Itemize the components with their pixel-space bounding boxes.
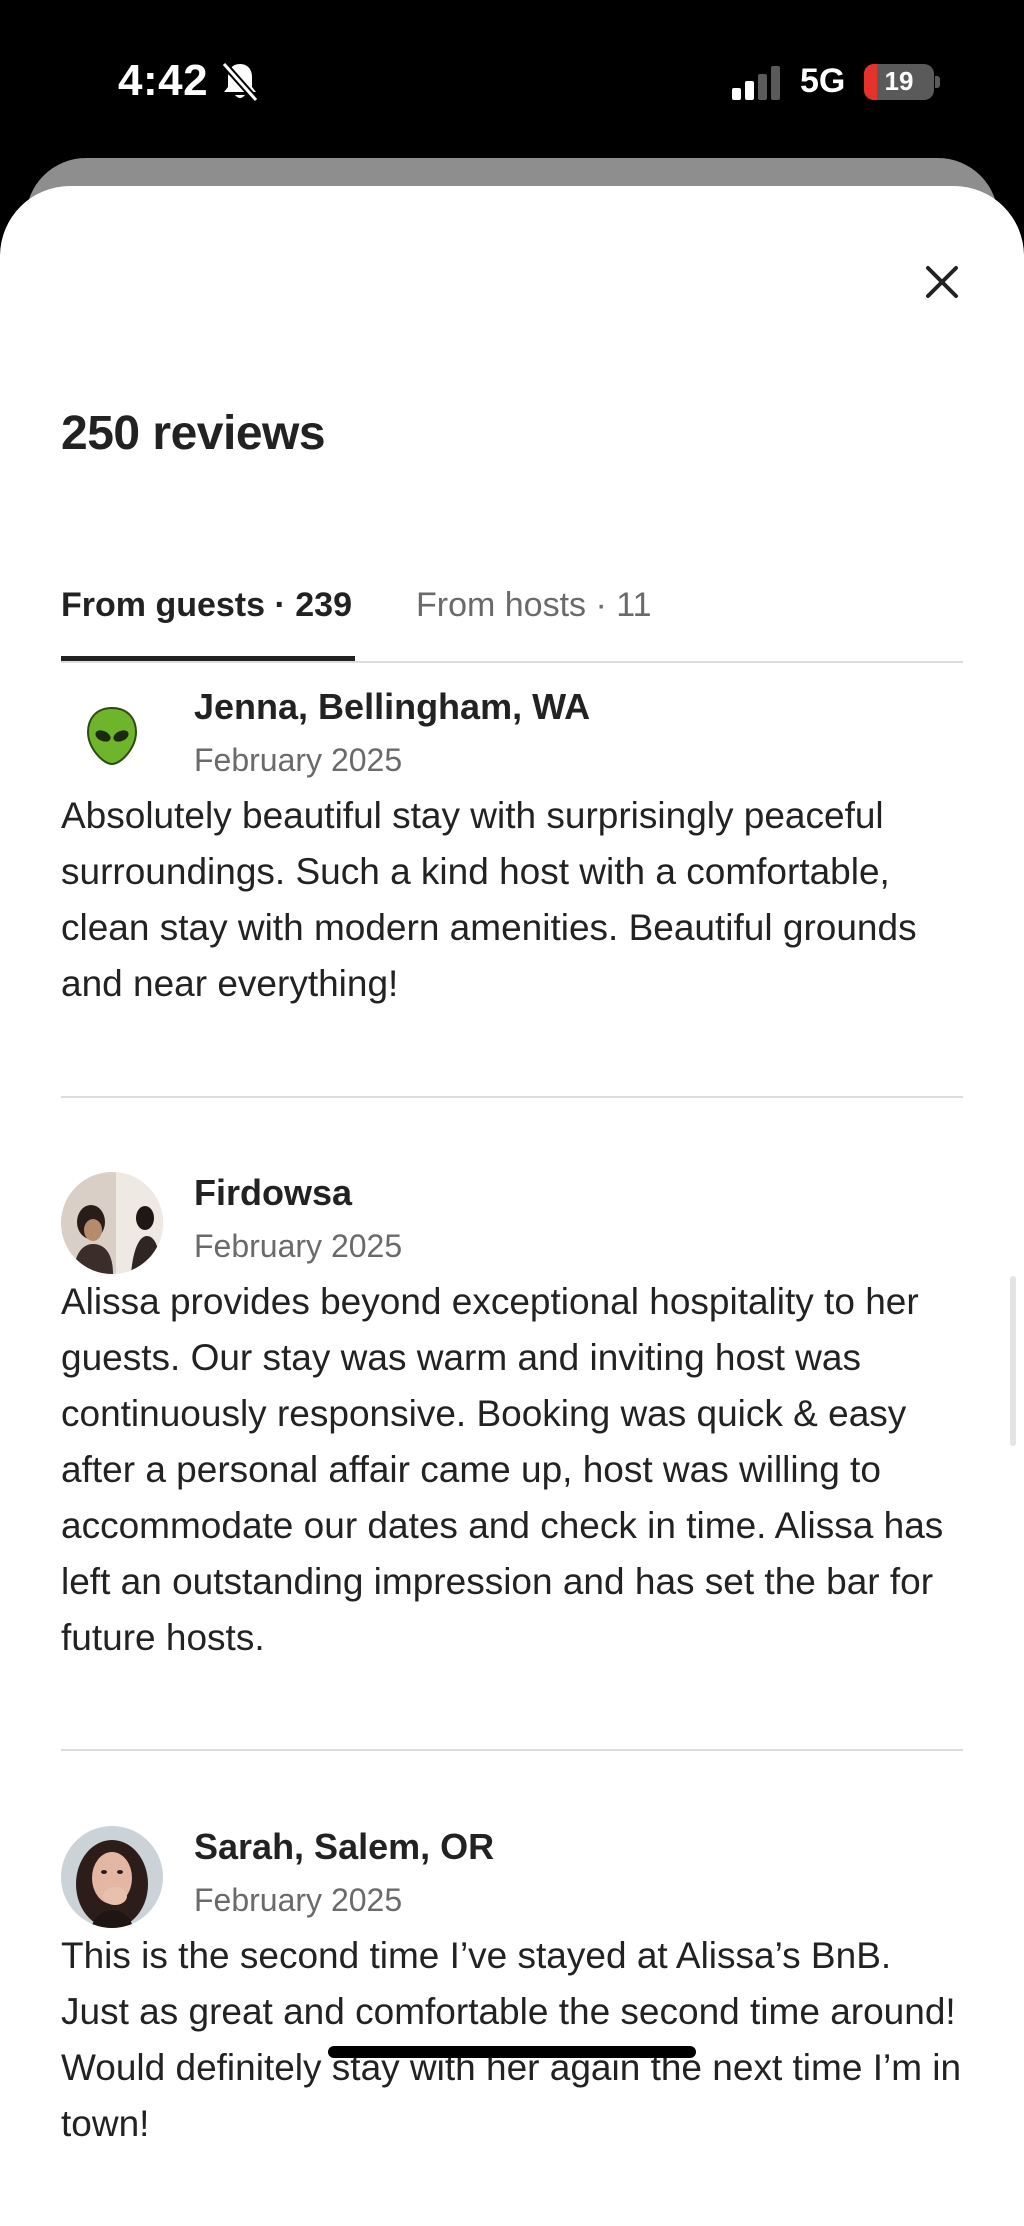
tabs-divider (61, 661, 963, 663)
review-tabs: From guests · 239 From hosts · 11 (61, 576, 963, 626)
phone-screen: 4:42 5G 19 250 reviews From guests · 239… (0, 0, 1024, 2226)
tab-from-guests[interactable]: From guests · 239 (61, 586, 352, 625)
bell-muted-icon (221, 61, 259, 103)
photo-avatar[interactable] (61, 1172, 163, 1274)
home-indicator[interactable] (328, 2046, 696, 2058)
review-date: February 2025 (194, 1882, 403, 1918)
reviewer-name: Sarah, Salem, OR (194, 1826, 495, 1867)
review-date: February 2025 (194, 1228, 403, 1264)
network-type: 5G (800, 62, 846, 100)
status-time: 4:42 (118, 56, 209, 105)
status-bar: 4:42 5G 19 (0, 0, 1024, 160)
reviews-sheet: 250 reviews From guests · 239 From hosts… (0, 186, 1024, 2226)
signal-strength-icon (732, 66, 780, 100)
review-text: Alissa provides beyond exceptional hospi… (61, 1281, 944, 1658)
alien-icon (86, 706, 138, 766)
page-title: 250 reviews (61, 407, 326, 460)
review-text: Absolutely beautiful stay with surprisin… (61, 795, 917, 1004)
tab-from-hosts[interactable]: From hosts · 11 (416, 586, 652, 625)
review-date: February 2025 (194, 742, 403, 778)
battery-icon: 19 (864, 64, 934, 100)
reviewer-name: Firdowsa (194, 1172, 353, 1213)
battery-percentage: 19 (884, 66, 914, 96)
reviewer-photo (61, 1826, 163, 1928)
review-text: This is the second time I’ve stayed at A… (61, 1935, 962, 2144)
reviewer-photo (61, 1172, 163, 1274)
close-icon[interactable] (918, 258, 966, 306)
photo-avatar[interactable] (61, 1826, 163, 1928)
reviewer-name: Jenna, Bellingham, WA (194, 686, 591, 727)
scrollbar[interactable] (1010, 1276, 1016, 1446)
review-divider (61, 1096, 963, 1098)
alien-avatar[interactable] (61, 686, 163, 788)
battery-tip (935, 76, 940, 88)
review-divider (61, 1749, 963, 1751)
